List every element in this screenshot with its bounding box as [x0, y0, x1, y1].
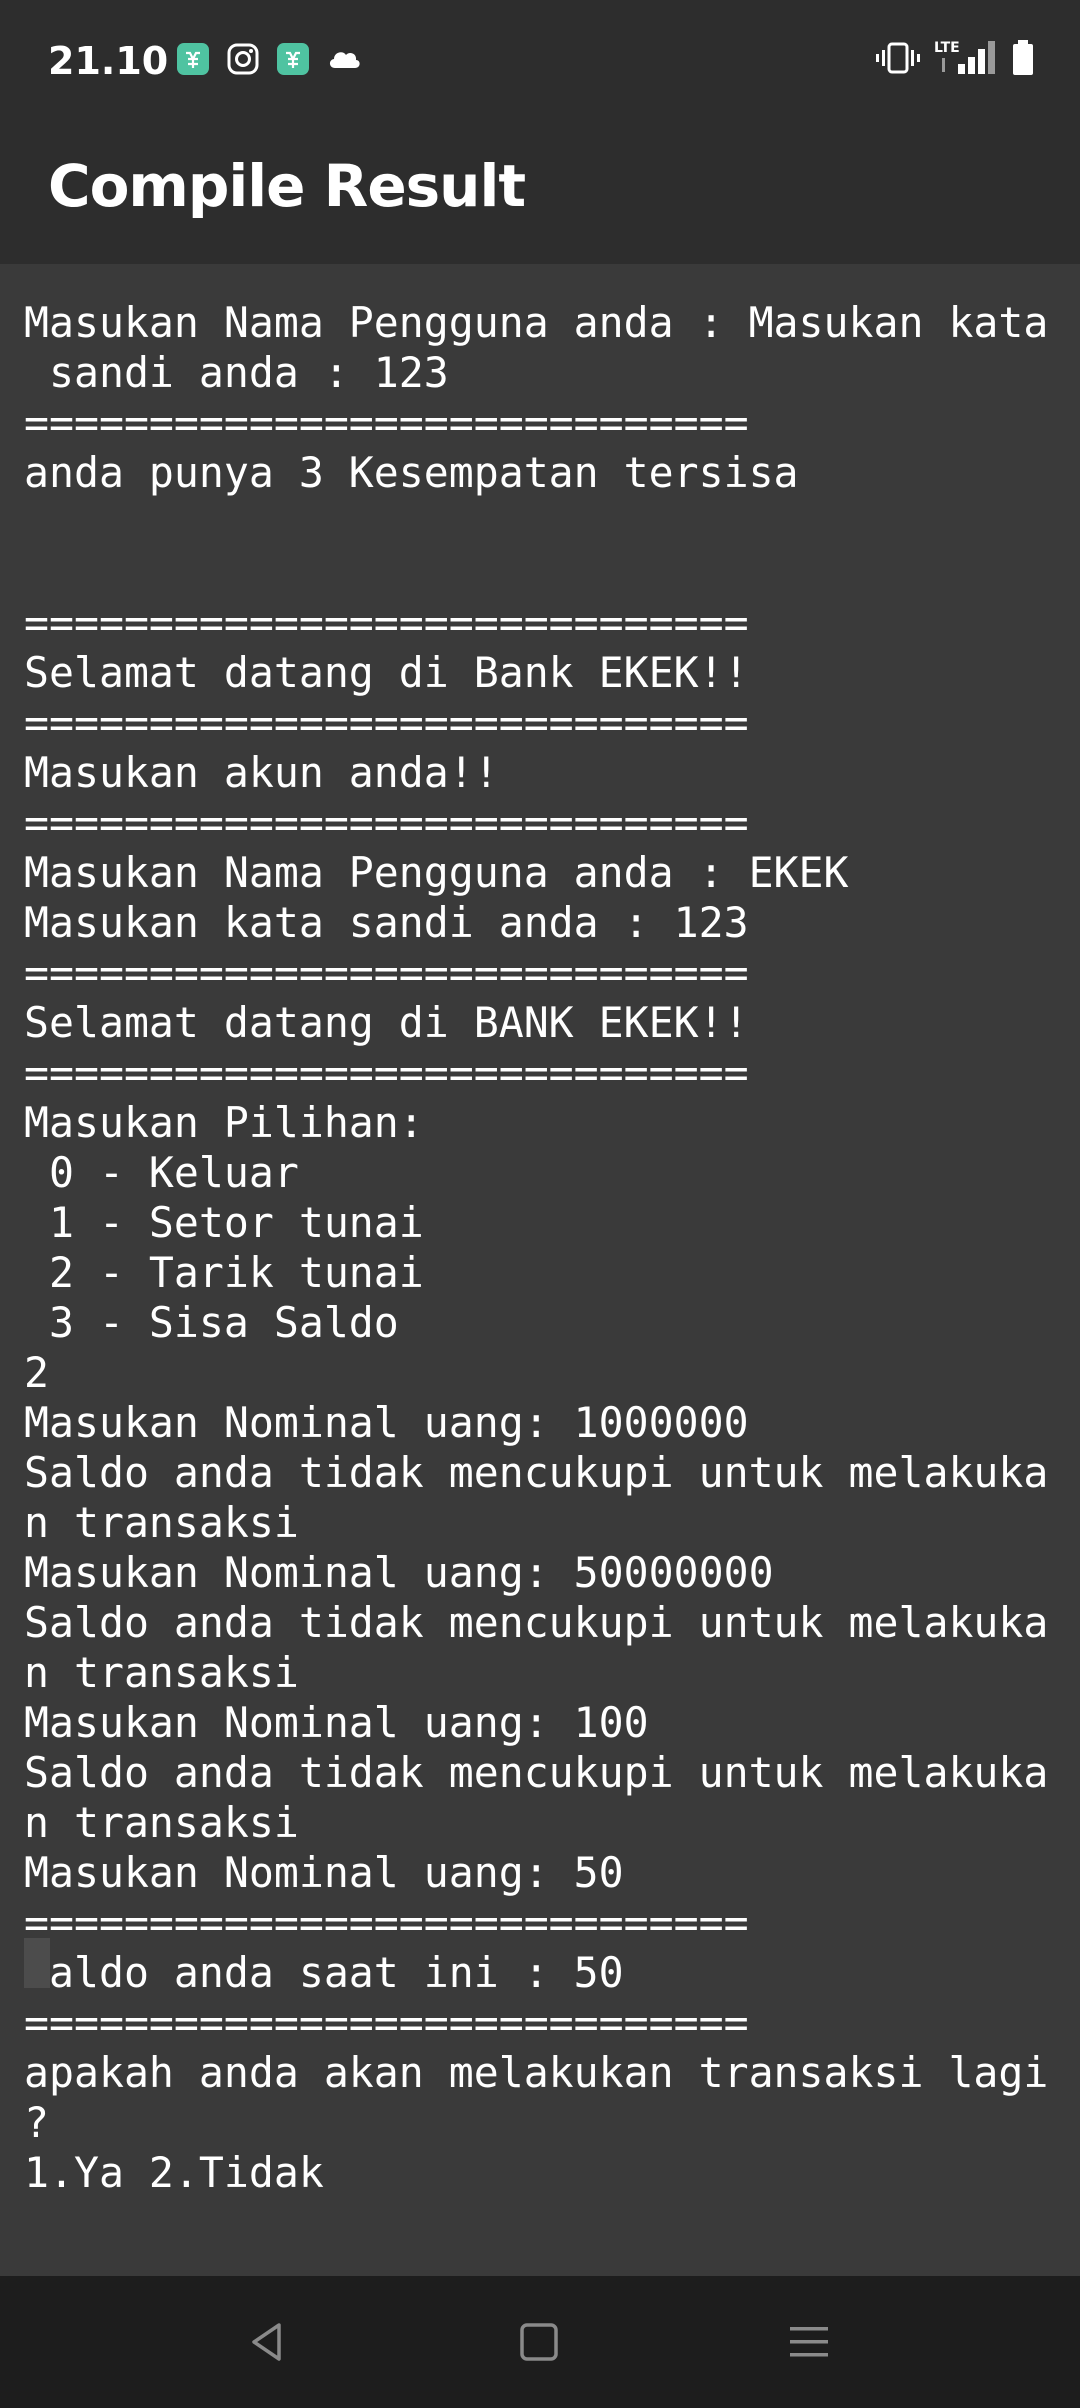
lte-signal-icon: LTE [934, 40, 995, 74]
console-line: Masukan Nominal uang: 50000000 [24, 1548, 774, 1597]
console-line: Saldo anda tidak mencukupi untuk melakuk… [24, 1448, 1049, 1497]
app-bar: Compile Result [0, 120, 1080, 264]
recents-button[interactable] [769, 2302, 849, 2382]
console-line: ============================= [24, 698, 749, 747]
console-line: ============================= [24, 598, 749, 647]
console-line: ============================= [24, 398, 749, 447]
system-icons: LTE [862, 38, 1034, 78]
vibrate-icon [876, 42, 920, 74]
console-line: Masukan kata sandi anda : 123 [24, 898, 749, 947]
status-time: 21.10 [48, 39, 169, 83]
console-line: Masukan Nominal uang: 100 [24, 1698, 649, 1747]
console-output: Masukan Nama Pengguna anda : Masukan kat… [24, 298, 1056, 2198]
app-icon [277, 43, 309, 75]
console-line: ============================= [24, 1048, 749, 1097]
instagram-icon [227, 43, 259, 75]
console-line: Selamat datang di BANK EKEK!! [24, 998, 749, 1047]
console-line: ============================= [24, 1998, 749, 2047]
navigation-bar [0, 2276, 1080, 2408]
battery-icon [1013, 40, 1033, 75]
console-line: n transaksi [24, 1498, 299, 1547]
console-line: 1.Ya 2.Tidak [24, 2148, 324, 2197]
notification-icons [176, 42, 378, 76]
console-line: ? [24, 2098, 49, 2147]
network-type-label: LTE [934, 40, 960, 56]
home-button[interactable] [499, 2302, 579, 2382]
console-line: Masukan Nama Pengguna anda : Masukan kat… [24, 298, 1049, 347]
console-line: 2 [24, 1348, 49, 1397]
console-line: ============================= [24, 798, 749, 847]
console-line: Masukan Nominal uang: 50 [24, 1848, 624, 1897]
input-cursor[interactable] [24, 1938, 50, 1988]
cloud-icon [329, 52, 360, 68]
console-line: 0 - Keluar [24, 1148, 299, 1197]
console-line: anda punya 3 Kesempatan tersisa [24, 448, 799, 497]
recents-icon [790, 2327, 828, 2357]
console-line: Masukan Pilihan: [24, 1098, 424, 1147]
back-icon [252, 2323, 281, 2361]
back-button[interactable] [227, 2302, 307, 2382]
console-line: sandi anda : 123 [24, 348, 449, 397]
console-line: 1 - Setor tunai [24, 1198, 424, 1247]
console-line: 2 - Tarik tunai [24, 1248, 424, 1297]
home-icon [520, 2323, 558, 2361]
console-line: Saldo anda tidak mencukupi untuk melakuk… [24, 1598, 1049, 1647]
console-line: 3 - Sisa Saldo [24, 1298, 399, 1347]
console-line: apakah anda akan melakukan transaksi lag… [24, 2048, 1049, 2097]
console-line: ============================= [24, 1898, 749, 1947]
console-line: Selamat datang di Bank EKEK!! [24, 648, 749, 697]
console-line: Masukan akun anda!! [24, 748, 499, 797]
page-title: Compile Result [48, 152, 526, 220]
console-line: Saldo anda tidak mencukupi untuk melakuk… [24, 1748, 1049, 1797]
console-line: Masukan Nominal uang: 1000000 [24, 1398, 749, 1447]
console-line: n transaksi [24, 1798, 299, 1847]
console-line: n transaksi [24, 1648, 299, 1697]
console-line: Masukan Nama Pengguna anda : EKEK [24, 848, 849, 897]
console-line: Saldo anda saat ini : 50 [24, 1948, 624, 1997]
app-icon [177, 43, 209, 75]
console-output-panel[interactable]: Masukan Nama Pengguna anda : Masukan kat… [0, 264, 1080, 2197]
console-line: ============================= [24, 948, 749, 997]
status-bar: 21.10 LTE [0, 0, 1080, 120]
